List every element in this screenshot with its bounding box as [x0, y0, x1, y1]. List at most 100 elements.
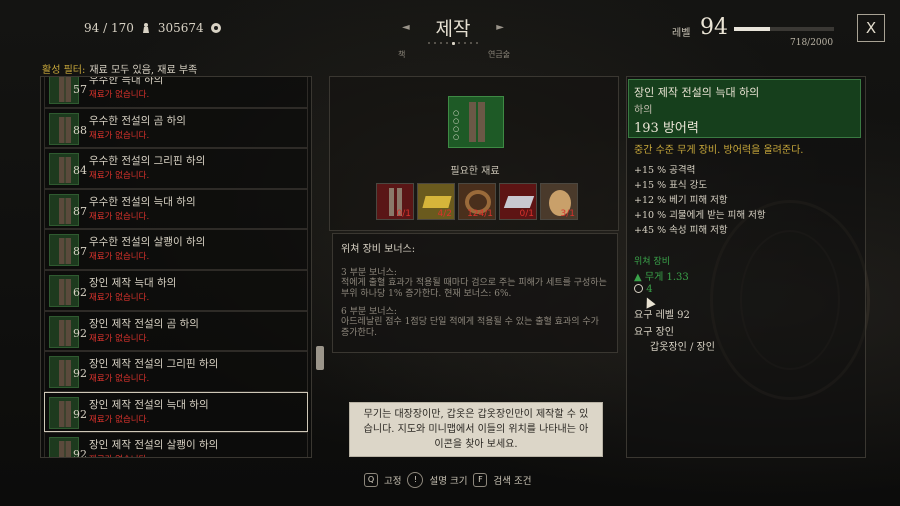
recipe-name: 우수한 전설의 늑대 하의 [89, 195, 196, 208]
stat-line: +10 % 괴물에게 받는 피해 저항 [634, 210, 766, 221]
material-slot[interactable]: 3/1 [540, 183, 578, 220]
recipe-status: 재료가 없습니다. [89, 171, 150, 182]
crafted-item-slot[interactable]: ○ ○ ○ ○ [448, 96, 504, 148]
socket-icon [634, 284, 643, 293]
recipe-name: 우수한 전설의 그리핀 하의 [89, 155, 206, 168]
recipe-list: 57 우수한 늑대 하의 재료가 없습니다. 88 우수한 전설의 곰 하의 재료가 없습… [40, 76, 312, 458]
material-slot[interactable]: 0/1 [499, 183, 537, 220]
set3-description: 적에게 출혈 효과가 적용될 때마다 검으로 주는 피해가 세트를 구성하는 부… [341, 278, 607, 299]
weight-icon [140, 22, 152, 34]
recipe-row[interactable]: 92 장인 제작 전설의 늑대 하의 재료가 없습니다. [44, 391, 308, 433]
recipe-level: 92 [73, 367, 87, 381]
recipe-level: 92 [73, 448, 87, 458]
recipe-row[interactable]: 92 장인 제작 전설의 곰 하의 재료가 없습니다. [44, 310, 308, 352]
required-level: 요구 레벨 92 [634, 310, 690, 321]
recipe-status: 재료가 없습니다. [89, 453, 149, 457]
recipe-row[interactable]: 92 장인 제작 전설의 그리핀 하의재료가 없습니다. [44, 351, 308, 392]
item-armor: 193 방어력 [634, 121, 699, 136]
recipe-level: 84 [73, 164, 87, 178]
recipe-level: 88 [73, 123, 87, 137]
required-craftsman-label: 요구 장인 [634, 327, 674, 338]
recipe-level: 87 [73, 245, 87, 259]
filter-value: 재료 모두 있음, 재료 부족 [89, 65, 198, 76]
page-title: 제작 [435, 18, 471, 40]
inventory-count: 94 / 170 [84, 21, 134, 35]
set3-heading: 3 부분 보너스: [341, 268, 397, 278]
set-bonus-panel: 위쳐 장비 보너스: 3 부분 보너스: 적에게 출혈 효과가 적용될 때마다 … [332, 233, 618, 353]
recipe-row[interactable]: 62 장인 제작 늑대 하의 재료가 없습니다. [44, 269, 308, 311]
recipe-status: 재료가 없습니다. [89, 333, 150, 344]
recipe-status: 재료가 없습니다. [89, 414, 150, 425]
list-scrollbar[interactable] [316, 346, 324, 370]
material-slot[interactable]: 4/2 [417, 183, 455, 220]
gold-amount: 305674 [157, 21, 204, 35]
set-label: 위쳐 장비 [634, 257, 670, 267]
materials-row: 0/1 4/2 124/1 0/1 3/1 [376, 183, 578, 220]
socket-count: 4 [646, 284, 653, 295]
xp-bar-fill [734, 27, 770, 31]
required-craftsman: 갑옷장인 / 장인 [650, 342, 715, 353]
hint-tooltip: 무기는 대장장이만, 갑옷은 갑옷장인만이 제작할 수 있습니다. 지도와 미니… [349, 402, 603, 457]
recipe-row[interactable]: 87 우수한 전설의 늑대 하의재료가 없습니다. [44, 188, 308, 230]
recipe-level: 87 [73, 204, 87, 218]
item-name: 장인 제작 전설의 늑대 하의 [634, 86, 760, 99]
set-bonus-title: 위쳐 장비 보너스: [341, 244, 416, 255]
recipe-name: 우수한 늑대 하의 [89, 76, 164, 86]
material-slot[interactable]: 0/1 [376, 183, 414, 220]
item-description: 중간 수준 무게 장비. 방어력을 올려준다. [634, 145, 804, 156]
material-count: 4/2 [437, 209, 452, 219]
recipe-row[interactable]: 57 우수한 늑대 하의 재료가 없습니다. [44, 76, 308, 108]
item-stats: +15 % 공격력 +15 % 표식 강도 +12 % 베기 피해 저항 +10 % … [634, 163, 766, 238]
footer-controls: Q 고정 ! 설명 크기 F 검색 조건 [364, 472, 531, 488]
set6-description: 아드레날린 점수 1점당 단일 적에게 적용될 수 있는 출혈 효과의 수가 증… [341, 317, 599, 338]
key-f-icon[interactable]: F [473, 473, 488, 487]
recipe-status: 재료가 없습니다. [89, 130, 150, 141]
recipe-name: 우수한 전설의 살쾡이 하의 [89, 236, 206, 249]
recipe-status: 재료가 없습니다. [89, 292, 150, 303]
material-count: 124/1 [467, 209, 493, 219]
gold-ingot-icon [422, 196, 452, 208]
coin-pouch-icon [210, 22, 222, 34]
set6-heading: 6 부분 보너스: [341, 307, 397, 317]
key-q-icon[interactable]: Q [364, 473, 378, 487]
recipe-row[interactable]: 87 우수한 전설의 살쾡이 하의 재료가 없습니다. [44, 229, 308, 270]
material-slot[interactable]: 124/1 [458, 183, 496, 220]
weight-icon: ▲ [634, 272, 645, 283]
recipe-name: 장인 제작 전설의 곰 하의 [89, 317, 199, 330]
next-tab-arrow-icon[interactable]: ► [496, 22, 504, 33]
recipe-status: 재료가 없습니다. [89, 90, 150, 100]
next-tab-label[interactable]: 연금술 [488, 49, 510, 60]
tab-dots [428, 40, 478, 46]
description-size-label[interactable]: 설명 크기 [429, 473, 467, 487]
material-count: 3/1 [560, 209, 575, 219]
inventory-status: 94 / 170 305674 [84, 21, 222, 35]
search-filter-label[interactable]: 검색 조건 [493, 473, 531, 487]
recipe-row[interactable]: 84 우수한 전설의 그리핀 하의재료가 없습니다. [44, 148, 308, 189]
weight-value: 무게 1.33 [644, 272, 689, 283]
silver-ingot-icon [503, 196, 535, 208]
recipe-row[interactable]: 88 우수한 전설의 곰 하의재료가 없습니다. [44, 107, 308, 149]
stat-line: +15 % 공격력 [634, 165, 696, 176]
recipe-status: 재료가 없습니다. [89, 211, 150, 222]
required-materials-title: 필요한 재료 [450, 166, 500, 177]
close-button[interactable]: X [857, 14, 885, 42]
stat-line: +45 % 속성 피해 저항 [634, 225, 728, 236]
item-slots: 4 [634, 284, 653, 295]
prev-tab-label[interactable]: 책 [398, 49, 405, 60]
material-count: 0/1 [519, 209, 534, 219]
active-filter: 활성 필터: 재료 모두 있음, 재료 부족 [42, 61, 197, 76]
xp-bar [734, 27, 834, 31]
tab-switcher: ◄ 제작 ► 책 연금술 [398, 12, 510, 59]
item-type: 하의 [634, 105, 653, 116]
recipe-name: 장인 제작 늑대 하의 [89, 276, 177, 289]
item-weight: ▲ 무게 1.33 [634, 268, 689, 283]
pin-label[interactable]: 고정 [384, 473, 401, 487]
recipe-status: 재료가 없습니다. [89, 374, 150, 385]
recipe-list-items: 57 우수한 늑대 하의 재료가 없습니다. 88 우수한 전설의 곰 하의 재료가 없습… [44, 76, 308, 458]
key-info-icon[interactable]: ! [407, 472, 424, 488]
recipe-row[interactable]: 92장인 제작 전설의 살쾡이 하의재료가 없습니다. [44, 432, 308, 458]
recipe-name: 장인 제작 전설의 그리핀 하의 [89, 358, 219, 371]
recipe-level: 92 [73, 407, 87, 421]
material-count: 0/1 [396, 209, 411, 219]
recipe-name: 우수한 전설의 곰 하의 [89, 114, 186, 127]
